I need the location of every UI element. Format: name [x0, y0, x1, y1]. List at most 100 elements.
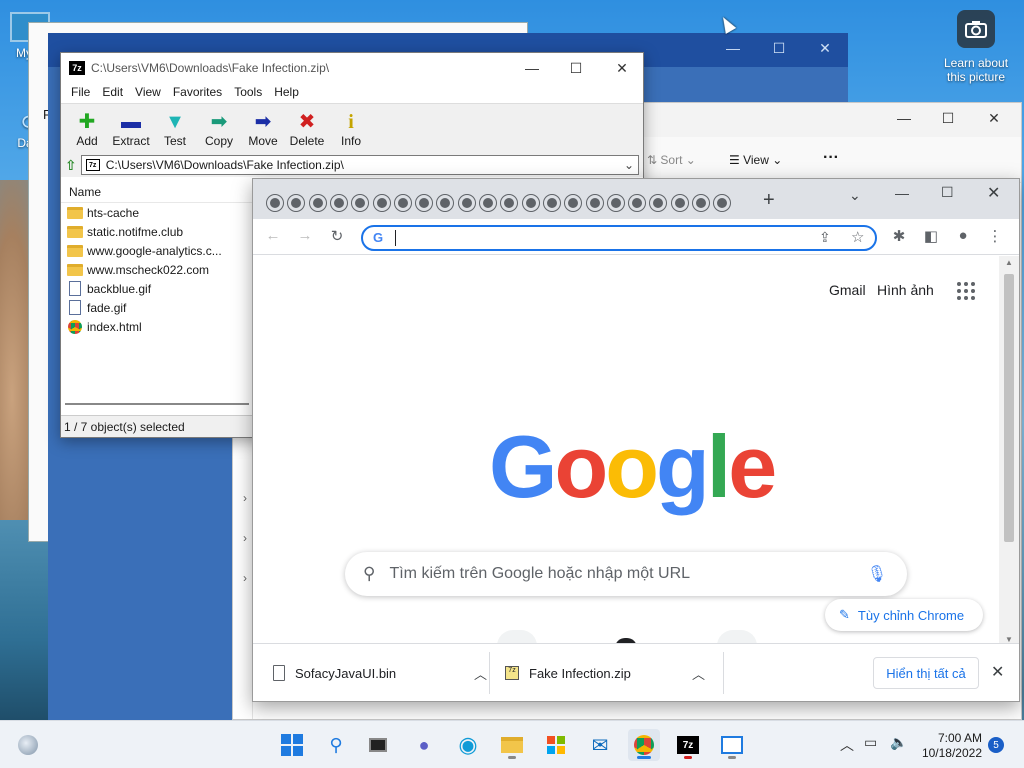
close-icon[interactable]: ✕: [987, 183, 1000, 203]
show-all-downloads-button[interactable]: Hiển thị tất cả: [873, 657, 979, 689]
app-window-icon[interactable]: [716, 729, 748, 761]
list-item[interactable]: static.notifme.club: [61, 222, 253, 241]
download-item[interactable]: 7z Fake Infection.zip ︿: [505, 644, 705, 701]
chrome-taskbar-icon[interactable]: [628, 729, 660, 761]
tab-favicon-icon[interactable]: [607, 195, 624, 211]
tab-favicon-icon[interactable]: [714, 195, 731, 211]
scroll-up-icon[interactable]: ▲: [1005, 258, 1013, 267]
mail-icon[interactable]: ✉: [584, 729, 616, 761]
menu-edit[interactable]: Edit: [96, 83, 129, 103]
tab-favicon-icon[interactable]: [522, 195, 539, 211]
column-header-name[interactable]: Name: [61, 181, 253, 203]
tab-favicon-icon[interactable]: [543, 195, 560, 211]
info-button[interactable]: i Info: [329, 110, 373, 148]
list-item[interactable]: hts-cache: [61, 203, 253, 222]
maximize-icon[interactable]: ☐: [756, 33, 802, 63]
tab-search-icon[interactable]: ⌄: [849, 187, 861, 204]
new-tab-button[interactable]: +: [763, 189, 775, 212]
tab-favicon-icon[interactable]: [416, 195, 433, 211]
tab-favicon-icon[interactable]: [267, 195, 283, 211]
tab-favicon-icon[interactable]: [501, 195, 518, 211]
google-apps-icon[interactable]: [957, 282, 975, 300]
chevron-down-icon[interactable]: ⌄: [624, 158, 634, 172]
learn-about-picture[interactable]: Learn about this picture: [934, 10, 1018, 84]
tab-favicon-icon[interactable]: [586, 195, 603, 211]
move-button[interactable]: ➡ Move: [241, 110, 285, 148]
more-options-button[interactable]: ···: [823, 149, 839, 167]
maximize-icon[interactable]: ☐: [553, 53, 599, 83]
close-downloads-icon[interactable]: ✕: [991, 662, 1004, 682]
minimize-icon[interactable]: —: [881, 103, 927, 133]
task-view-icon[interactable]: [362, 729, 394, 761]
tab-favicon-icon[interactable]: [671, 195, 688, 211]
menu-file[interactable]: File: [65, 83, 96, 103]
tab-favicon-icon[interactable]: [650, 195, 667, 211]
menu-favorites[interactable]: Favorites: [167, 83, 228, 103]
gmail-link[interactable]: Gmail: [829, 282, 866, 298]
tab-favicon-icon[interactable]: [352, 195, 369, 211]
tab-favicon-icon[interactable]: [437, 195, 454, 211]
search-icon[interactable]: ⚲: [320, 729, 352, 761]
file-explorer-icon[interactable]: [496, 729, 528, 761]
google-search-input[interactable]: ⚲ Tìm kiếm trên Google hoặc nhập một URL…: [345, 552, 907, 596]
minimize-icon[interactable]: —: [509, 53, 555, 83]
close-icon[interactable]: ✕: [802, 33, 848, 63]
sevenzip-path-input[interactable]: 7z C:\Users\VM6\Downloads\Fake Infection…: [80, 155, 639, 175]
forward-arrow-icon[interactable]: →: [295, 227, 315, 244]
tab-favicon-icon[interactable]: [330, 195, 347, 211]
minimize-icon[interactable]: —: [895, 185, 909, 201]
close-icon[interactable]: ✕: [971, 103, 1017, 133]
extensions-puzzle-icon[interactable]: ✱: [889, 227, 909, 245]
microphone-icon[interactable]: 🎙: [867, 564, 887, 584]
add-button[interactable]: ✚ Add: [65, 110, 109, 148]
horizontal-scrollbar[interactable]: [65, 403, 249, 405]
tab-favicon-icon[interactable]: [309, 195, 326, 211]
list-item[interactable]: fade.gif: [61, 298, 253, 317]
address-bar[interactable]: G ⇪ ☆: [361, 225, 877, 251]
tab-favicon-icon[interactable]: [458, 195, 475, 211]
chevron-right-icon[interactable]: ›: [243, 491, 247, 505]
reload-icon[interactable]: ↻: [327, 227, 347, 245]
up-folder-icon[interactable]: ⇧: [65, 157, 77, 174]
volume-icon[interactable]: 🔈: [890, 734, 907, 751]
sevenzip-taskbar-icon[interactable]: 7z: [672, 729, 704, 761]
view-button[interactable]: ☰ View ⌄: [729, 153, 782, 167]
kebab-menu-icon[interactable]: ⋮: [985, 227, 1005, 245]
vertical-scrollbar[interactable]: ▲ ▼: [999, 256, 1019, 646]
share-icon[interactable]: ⇪: [819, 229, 831, 246]
chevron-right-icon[interactable]: ›: [243, 531, 247, 545]
store-icon[interactable]: [540, 729, 572, 761]
tab-favicon-icon[interactable]: [373, 195, 390, 211]
chevron-right-icon[interactable]: ›: [243, 571, 247, 585]
tab-favicon-icon[interactable]: [693, 195, 709, 211]
sort-button[interactable]: ⇅ Sort ⌄: [647, 153, 696, 167]
network-icon[interactable]: ▭: [864, 734, 877, 751]
download-item[interactable]: SofacyJavaUI.bin ︿: [273, 644, 487, 701]
images-link[interactable]: Hình ảnh: [877, 282, 934, 298]
extract-button[interactable]: ▬ Extract: [109, 110, 153, 148]
list-item[interactable]: backblue.gif: [61, 279, 253, 298]
close-icon[interactable]: ✕: [599, 53, 645, 83]
start-button[interactable]: [276, 729, 308, 761]
menu-tools[interactable]: Tools: [228, 83, 268, 103]
maximize-icon[interactable]: ☐: [925, 103, 971, 133]
widgets-icon[interactable]: [18, 735, 38, 755]
maximize-icon[interactable]: ☐: [941, 184, 954, 201]
chevron-up-icon[interactable]: ︿: [840, 735, 854, 755]
minimize-icon[interactable]: —: [710, 33, 756, 63]
chrome-window[interactable]: + ⌄ — ☐ ✕ ← → ↻ G ⇪ ☆ ✱ ◧ ● ⋮ Gmail Hình…: [252, 178, 1020, 702]
list-item[interactable]: www.mscheck022.com: [61, 260, 253, 279]
customize-chrome-button[interactable]: ✎ Tùy chỉnh Chrome: [825, 599, 983, 631]
list-item[interactable]: www.google-analytics.c...: [61, 241, 253, 260]
tab-favicon-icon[interactable]: [629, 195, 646, 211]
side-panel-icon[interactable]: ◧: [921, 227, 941, 245]
chevron-up-icon[interactable]: ︿: [692, 664, 705, 683]
teams-chat-icon[interactable]: ●: [408, 729, 440, 761]
tab-favicon-icon[interactable]: [394, 195, 411, 211]
profile-avatar-icon[interactable]: ●: [953, 227, 973, 244]
system-clock[interactable]: 7:00 AM 10/18/2022: [920, 731, 982, 761]
star-bookmark-icon[interactable]: ☆: [851, 228, 864, 246]
tab-favicon-icon[interactable]: [480, 195, 496, 211]
delete-button[interactable]: ✖ Delete: [285, 110, 329, 148]
menu-view[interactable]: View: [129, 83, 167, 103]
